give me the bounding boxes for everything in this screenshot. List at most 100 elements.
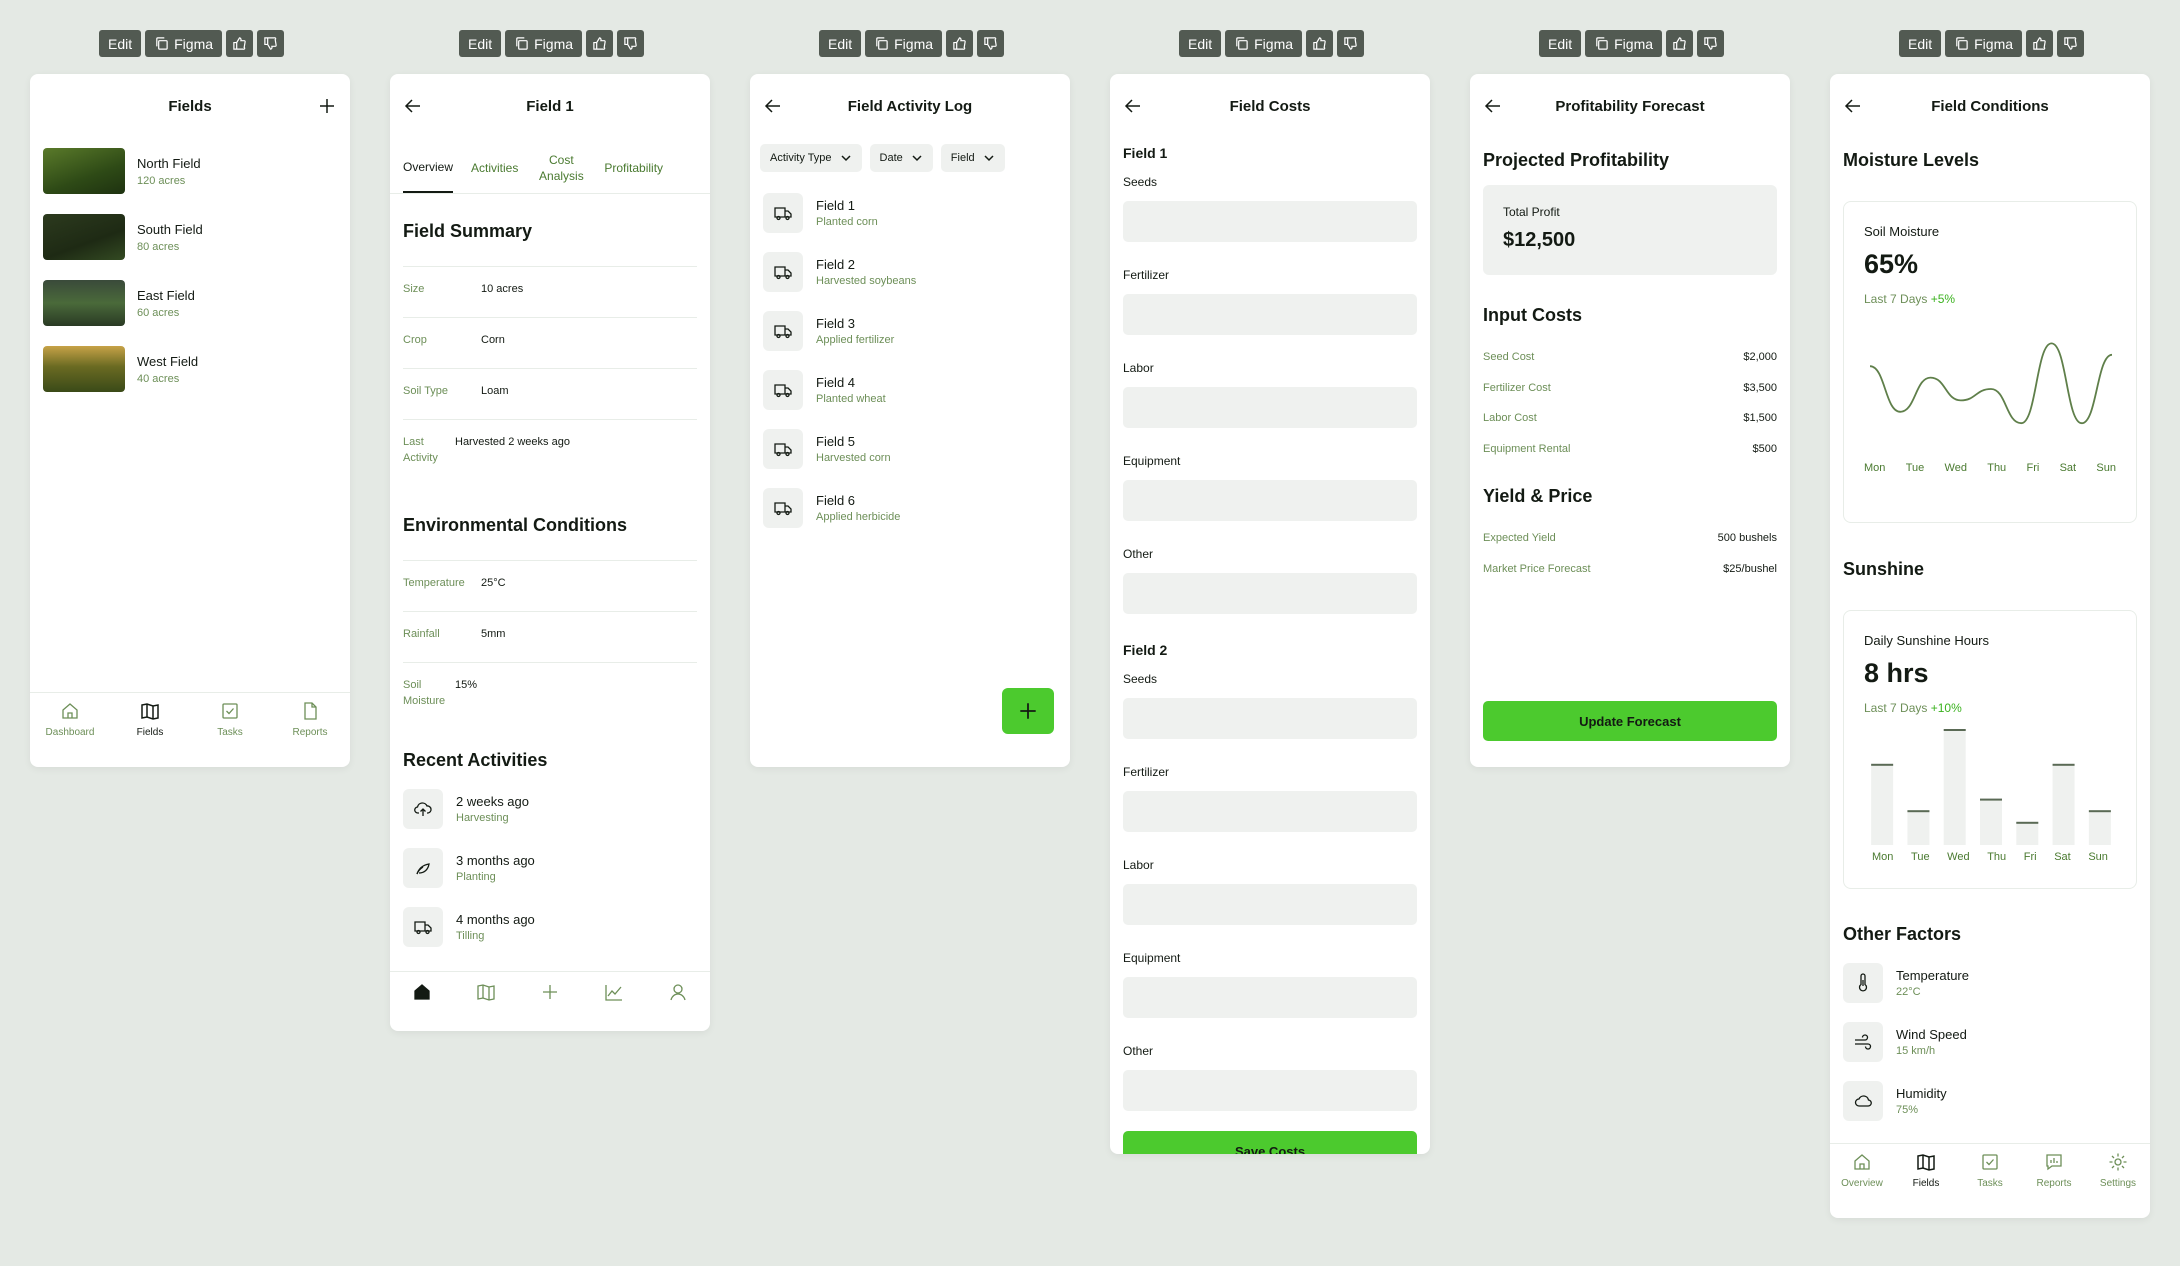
activity-item[interactable]: 4 months ago Tilling xyxy=(390,897,710,956)
thumbs-up-button[interactable] xyxy=(586,30,614,57)
x-tick-label: Fri xyxy=(2023,851,2037,863)
sunshine-card: Daily Sunshine Hours 8 hrs Last 7 Days +… xyxy=(1843,610,2137,889)
thumbs-down-button[interactable] xyxy=(257,30,285,57)
nav-profile[interactable] xyxy=(648,982,708,1008)
edit-button[interactable]: Edit xyxy=(819,30,862,57)
nav-reports[interactable]: Reports xyxy=(2024,1152,2084,1189)
nav-overview[interactable]: Overview xyxy=(1832,1152,1892,1189)
add-activity-button[interactable] xyxy=(1002,688,1054,734)
back-arrow-icon[interactable] xyxy=(1843,96,1863,116)
seeds-cost-input[interactable] xyxy=(1123,201,1417,242)
figma-button[interactable]: Figma xyxy=(865,30,943,57)
nav-analytics[interactable] xyxy=(584,982,644,1008)
header: Field Activity Log xyxy=(750,74,1070,138)
page-title: Field 1 xyxy=(526,97,574,115)
nav-map[interactable] xyxy=(456,982,516,1008)
save-costs-button[interactable]: Save Costs xyxy=(1123,1131,1417,1154)
field-row[interactable]: West Field 40 acres xyxy=(30,336,350,402)
nav-settings[interactable]: Settings xyxy=(2088,1152,2148,1189)
back-arrow-icon[interactable] xyxy=(1483,96,1503,116)
field-row[interactable]: South Field 80 acres xyxy=(30,204,350,270)
other-cost-input[interactable] xyxy=(1123,573,1417,614)
log-item[interactable]: Field 2 Harvested soybeans xyxy=(750,242,1070,301)
tab-cost-analysis[interactable]: Cost Analysis xyxy=(536,138,586,193)
figma-button[interactable]: Figma xyxy=(505,30,583,57)
filter-date[interactable]: Date xyxy=(869,144,933,172)
factor-name: Temperature xyxy=(1896,967,1969,983)
conditions-screen: Field Conditions Moisture Levels Soil Mo… xyxy=(1830,74,2150,1218)
edit-button[interactable]: Edit xyxy=(1899,30,1942,57)
nav-label: Fields xyxy=(136,727,164,738)
edit-button[interactable]: Edit xyxy=(1179,30,1222,57)
nav-fields[interactable]: Fields xyxy=(1896,1152,1956,1189)
nav-dashboard[interactable]: Dashboard xyxy=(40,701,100,738)
thumbs-up-button[interactable] xyxy=(946,30,974,57)
log-item[interactable]: Field 4 Planted wheat xyxy=(750,360,1070,419)
cost-label: Labor xyxy=(1123,858,1154,872)
checkbox-icon xyxy=(1982,1154,1998,1170)
back-arrow-icon[interactable] xyxy=(403,96,423,116)
fertilizer-cost-input[interactable] xyxy=(1123,294,1417,335)
activity-item[interactable]: 3 months ago Planting xyxy=(390,838,710,897)
cost-label: Seeds xyxy=(1123,672,1158,686)
log-item[interactable]: Field 3 Applied fertilizer xyxy=(750,301,1070,360)
log-field: Field 5 xyxy=(816,433,856,449)
line-name: Market Price Forecast xyxy=(1483,562,1591,575)
nav-reports[interactable]: Reports xyxy=(280,701,340,738)
filter-field[interactable]: Field xyxy=(940,144,1005,172)
tab-profitability[interactable]: Profitability xyxy=(604,138,663,193)
nav-fields[interactable]: Fields xyxy=(120,701,180,738)
filter-activity-type[interactable]: Activity Type xyxy=(760,144,862,172)
thumbs-down-button[interactable] xyxy=(977,30,1005,57)
equipment-cost-input[interactable] xyxy=(1123,480,1417,521)
activity-item[interactable]: 2 weeks ago Harvesting xyxy=(390,779,710,838)
equipment-cost-input[interactable] xyxy=(1123,977,1417,1018)
line-name: Labor Cost xyxy=(1483,412,1537,425)
thumbs-up-button[interactable] xyxy=(2026,30,2054,57)
back-arrow-icon[interactable] xyxy=(763,96,783,116)
tab-overview[interactable]: Overview xyxy=(403,138,454,193)
field-name: West Field xyxy=(137,353,199,369)
thumbs-down-button[interactable] xyxy=(2057,30,2085,57)
thumbs-up-button[interactable] xyxy=(226,30,254,57)
add-icon[interactable] xyxy=(317,96,337,116)
log-item[interactable]: Field 6 Applied herbicide xyxy=(750,478,1070,537)
nav-tasks[interactable]: Tasks xyxy=(200,701,260,738)
update-forecast-button[interactable]: Update Forecast xyxy=(1483,701,1777,741)
figma-button[interactable]: Figma xyxy=(1945,30,2023,57)
seeds-cost-input[interactable] xyxy=(1123,698,1417,739)
log-icon-box xyxy=(763,487,803,528)
tab-activities[interactable]: Activities xyxy=(471,138,518,193)
figma-button[interactable]: Figma xyxy=(1585,30,1663,57)
copy-icon xyxy=(1236,37,1248,50)
nav-add[interactable] xyxy=(520,982,580,1008)
thumbs-down-button[interactable] xyxy=(1697,30,1725,57)
thumbs-down-button[interactable] xyxy=(1337,30,1365,57)
thumbs-up-button[interactable] xyxy=(1306,30,1334,57)
fertilizer-cost-input[interactable] xyxy=(1123,791,1417,832)
row-key: Crop xyxy=(403,334,427,346)
fields-screen: Fields North Field 120 acres South Field 8… xyxy=(30,74,350,767)
thumbs-down-icon xyxy=(264,37,277,50)
edit-button[interactable]: Edit xyxy=(1539,30,1582,57)
figma-button[interactable]: Figma xyxy=(1225,30,1303,57)
log-item[interactable]: Field 5 Harvested corn xyxy=(750,419,1070,478)
figma-button[interactable]: Figma xyxy=(145,30,223,57)
thumbs-down-button[interactable] xyxy=(617,30,645,57)
labor-cost-input[interactable] xyxy=(1123,387,1417,428)
log-item[interactable]: Field 1 Planted corn xyxy=(750,183,1070,242)
sunshine-bar-cap xyxy=(2088,810,2111,813)
labor-cost-input[interactable] xyxy=(1123,884,1417,925)
field-row[interactable]: North Field 120 acres xyxy=(30,138,350,204)
line-name: Expected Yield xyxy=(1483,532,1556,545)
field-row[interactable]: East Field 60 acres xyxy=(30,270,350,336)
thumbs-up-button[interactable] xyxy=(1666,30,1694,57)
other-cost-input[interactable] xyxy=(1123,1070,1417,1111)
change-value: +10% xyxy=(1930,701,1962,715)
back-arrow-icon[interactable] xyxy=(1123,96,1143,116)
nav-tasks[interactable]: Tasks xyxy=(1960,1152,2020,1189)
nav-home[interactable] xyxy=(392,982,452,1008)
edit-button[interactable]: Edit xyxy=(99,30,142,57)
sunshine-bar xyxy=(1943,729,1966,845)
edit-button[interactable]: Edit xyxy=(459,30,502,57)
